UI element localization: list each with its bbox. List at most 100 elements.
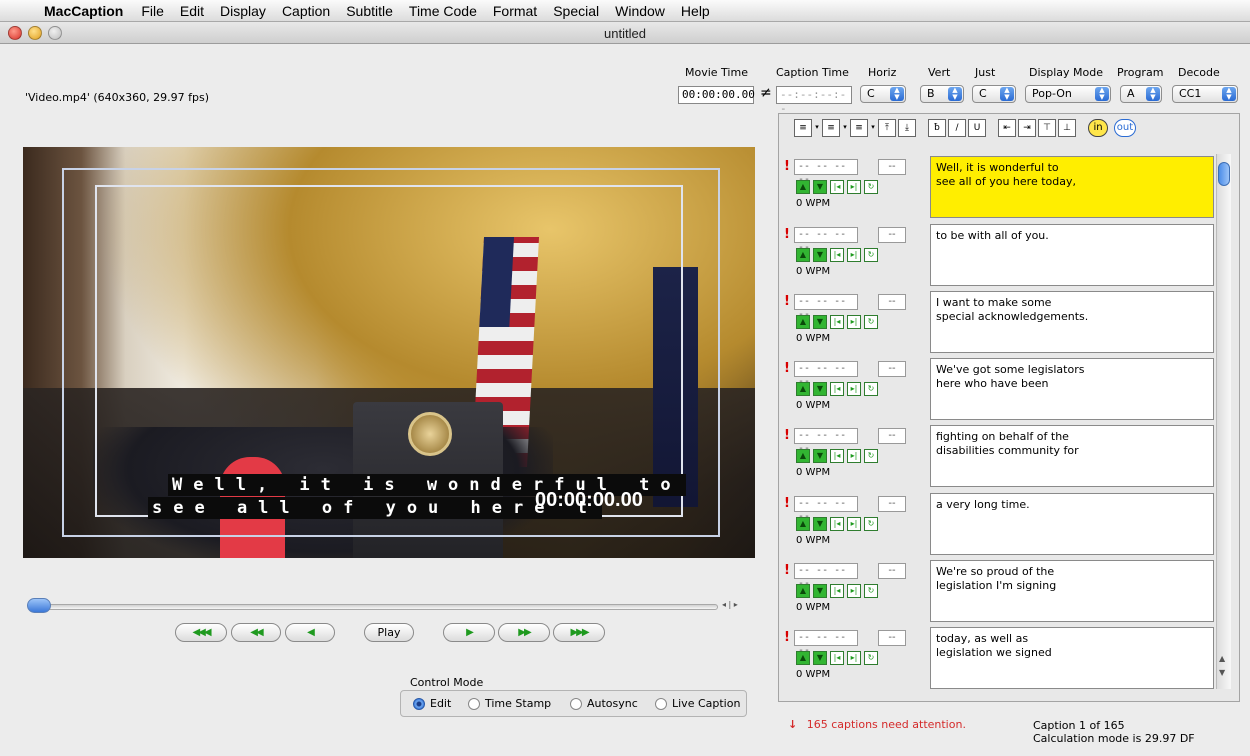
step-arrows-icon[interactable]: ◂ | ▸ — [722, 600, 738, 609]
go-to-start-icon[interactable]: |◂ — [830, 248, 844, 262]
mark-in-button[interactable]: in — [1088, 119, 1108, 137]
go-to-start-icon[interactable]: |◂ — [830, 180, 844, 194]
align-bottom-icon[interactable]: ⤓ — [898, 119, 916, 137]
move-up-icon[interactable]: ▲ — [796, 651, 810, 665]
menu-display[interactable]: Display — [212, 3, 274, 19]
caption-duration[interactable]: -- — [878, 294, 906, 310]
caption-list-scrollbar[interactable]: ▲ ▼ — [1216, 154, 1231, 689]
go-to-start-icon[interactable]: |◂ — [830, 651, 844, 665]
caption-in-time[interactable]: -- -- -- -- — [794, 630, 858, 656]
step-forward-button[interactable]: ▶ — [443, 623, 495, 642]
rewind-fast-button[interactable]: ◀◀◀ — [175, 623, 227, 642]
just-select[interactable]: C ▲ ▼ — [972, 85, 1016, 103]
move-down-icon[interactable]: ▼ — [813, 315, 827, 329]
refresh-icon[interactable]: ↻ — [864, 248, 878, 262]
control-mode-live-caption[interactable]: Live Caption — [655, 697, 740, 710]
refresh-icon[interactable]: ↻ — [864, 651, 878, 665]
caption-text-field[interactable]: a very long time. — [930, 493, 1214, 555]
move-down-icon[interactable]: ▼ — [813, 382, 827, 396]
go-to-end-icon[interactable]: ▸| — [847, 517, 861, 531]
caption-row[interactable]: ! -- -- -- -- -- ▲ ▼ |◂ ▸| ↻ 0 WPM I wan… — [784, 291, 1214, 353]
caption-row[interactable]: ! -- -- -- -- -- ▲ ▼ |◂ ▸| ↻ 0 WPM fight… — [784, 425, 1214, 487]
move-up-icon[interactable]: ▲ — [796, 382, 810, 396]
caption-text-field[interactable]: Well, it is wonderful to see all of you … — [930, 156, 1214, 218]
video-preview[interactable]: Well, it is wonderful to see all of you … — [23, 147, 755, 558]
movie-time-field[interactable]: 00:00:00.00 — [678, 86, 755, 104]
merge-caption-icon[interactable]: ⇥ — [1018, 119, 1036, 137]
app-menu[interactable]: MacCaption — [36, 3, 133, 19]
go-to-start-icon[interactable]: |◂ — [830, 449, 844, 463]
go-to-end-icon[interactable]: ▸| — [847, 449, 861, 463]
move-down-icon[interactable]: ▼ — [813, 248, 827, 262]
menu-edit[interactable]: Edit — [172, 3, 212, 19]
dropdown-arrow-icon[interactable]: ▾ — [842, 119, 848, 137]
caption-text-field[interactable]: fighting on behalf of the disabilities c… — [930, 425, 1214, 487]
caption-text-field[interactable]: We've got some legislators here who have… — [930, 358, 1214, 420]
caption-in-time[interactable]: -- -- -- -- — [794, 496, 858, 522]
control-mode-time-stamp[interactable]: Time Stamp — [468, 697, 551, 710]
move-down-icon[interactable]: ▼ — [813, 517, 827, 531]
caption-row[interactable]: ! -- -- -- -- -- ▲ ▼ |◂ ▸| ↻ 0 WPM today… — [784, 627, 1214, 689]
scrollbar-knob[interactable] — [1218, 162, 1230, 186]
vert-select[interactable]: B ▲ ▼ — [920, 85, 964, 103]
caption-duration[interactable]: -- — [878, 159, 906, 175]
refresh-icon[interactable]: ↻ — [864, 517, 878, 531]
caption-text-field[interactable]: I want to make some special acknowledgem… — [930, 291, 1214, 353]
go-to-end-icon[interactable]: ▸| — [847, 180, 861, 194]
move-up-icon[interactable]: ▲ — [796, 584, 810, 598]
insert-above-icon[interactable]: ⊤ — [1038, 119, 1056, 137]
caption-duration[interactable]: -- — [878, 361, 906, 377]
caption-in-time[interactable]: -- -- -- -- — [794, 428, 858, 454]
refresh-icon[interactable]: ↻ — [864, 449, 878, 463]
scroll-down-icon[interactable]: ▼ — [1219, 668, 1225, 677]
caption-text-field[interactable]: to be with all of you. — [930, 224, 1214, 286]
decode-select[interactable]: CC1 ▲ ▼ — [1172, 85, 1238, 103]
caption-duration[interactable]: -- — [878, 496, 906, 512]
rewind-button[interactable]: ◀◀ — [231, 623, 281, 642]
caption-row[interactable]: ! -- -- -- -- -- ▲ ▼ |◂ ▸| ↻ 0 WPM to be… — [784, 224, 1214, 286]
move-down-icon[interactable]: ▼ — [813, 651, 827, 665]
caption-row[interactable]: ! -- -- -- -- -- ▲ ▼ |◂ ▸| ↻ 0 WPM a ver… — [784, 493, 1214, 555]
align-top-icon[interactable]: ⤒ — [878, 119, 896, 137]
go-to-end-icon[interactable]: ▸| — [847, 248, 861, 262]
movie-scrubber-knob[interactable] — [27, 598, 51, 613]
caption-row[interactable]: ! -- -- -- -- -- ▲ ▼ |◂ ▸| ↻ 0 WPM We're… — [784, 560, 1214, 622]
display-mode-select[interactable]: Pop-On ▲ ▼ — [1025, 85, 1111, 103]
move-up-icon[interactable]: ▲ — [796, 180, 810, 194]
menu-subtitle[interactable]: Subtitle — [338, 3, 401, 19]
caption-in-time[interactable]: -- -- -- -- — [794, 361, 858, 387]
caption-time-field[interactable]: --:--:--:-- — [776, 86, 852, 115]
menu-file[interactable]: File — [133, 3, 172, 19]
move-up-icon[interactable]: ▲ — [796, 315, 810, 329]
move-up-icon[interactable]: ▲ — [796, 449, 810, 463]
caption-in-time[interactable]: -- -- -- -- — [794, 227, 858, 253]
move-down-icon[interactable]: ▼ — [813, 584, 827, 598]
move-up-icon[interactable]: ▲ — [796, 517, 810, 531]
caption-duration[interactable]: -- — [878, 227, 906, 243]
program-select[interactable]: A ▲ ▼ — [1120, 85, 1162, 103]
underline-icon[interactable]: U — [968, 119, 986, 137]
control-mode-edit[interactable]: Edit — [413, 697, 451, 710]
caption-duration[interactable]: -- — [878, 428, 906, 444]
move-up-icon[interactable]: ▲ — [796, 248, 810, 262]
menu-caption[interactable]: Caption — [274, 3, 338, 19]
caption-text-field[interactable]: We're so proud of the legislation I'm si… — [930, 560, 1214, 622]
control-mode-autosync[interactable]: Autosync — [570, 697, 638, 710]
move-down-icon[interactable]: ▼ — [813, 180, 827, 194]
go-to-start-icon[interactable]: |◂ — [830, 382, 844, 396]
caption-row[interactable]: ! -- -- -- -- -- ▲ ▼ |◂ ▸| ↻ 0 WPM Well,… — [784, 156, 1214, 218]
horiz-select[interactable]: C ▲ ▼ — [860, 85, 906, 103]
forward-fast-button[interactable]: ▶▶▶ — [553, 623, 605, 642]
align-left-icon[interactable]: ≡ — [794, 119, 812, 137]
caption-in-time[interactable]: -- -- -- -- — [794, 159, 858, 185]
caption-in-time[interactable]: -- -- -- -- — [794, 294, 858, 320]
align-right-icon[interactable]: ≡ — [850, 119, 868, 137]
step-back-button[interactable]: ◀ — [285, 623, 335, 642]
go-to-start-icon[interactable]: |◂ — [830, 517, 844, 531]
go-to-end-icon[interactable]: ▸| — [847, 382, 861, 396]
menu-help[interactable]: Help — [673, 3, 718, 19]
go-to-end-icon[interactable]: ▸| — [847, 651, 861, 665]
caption-in-time[interactable]: -- -- -- -- — [794, 563, 858, 589]
mark-out-button[interactable]: out — [1114, 119, 1136, 137]
menu-format[interactable]: Format — [485, 3, 545, 19]
